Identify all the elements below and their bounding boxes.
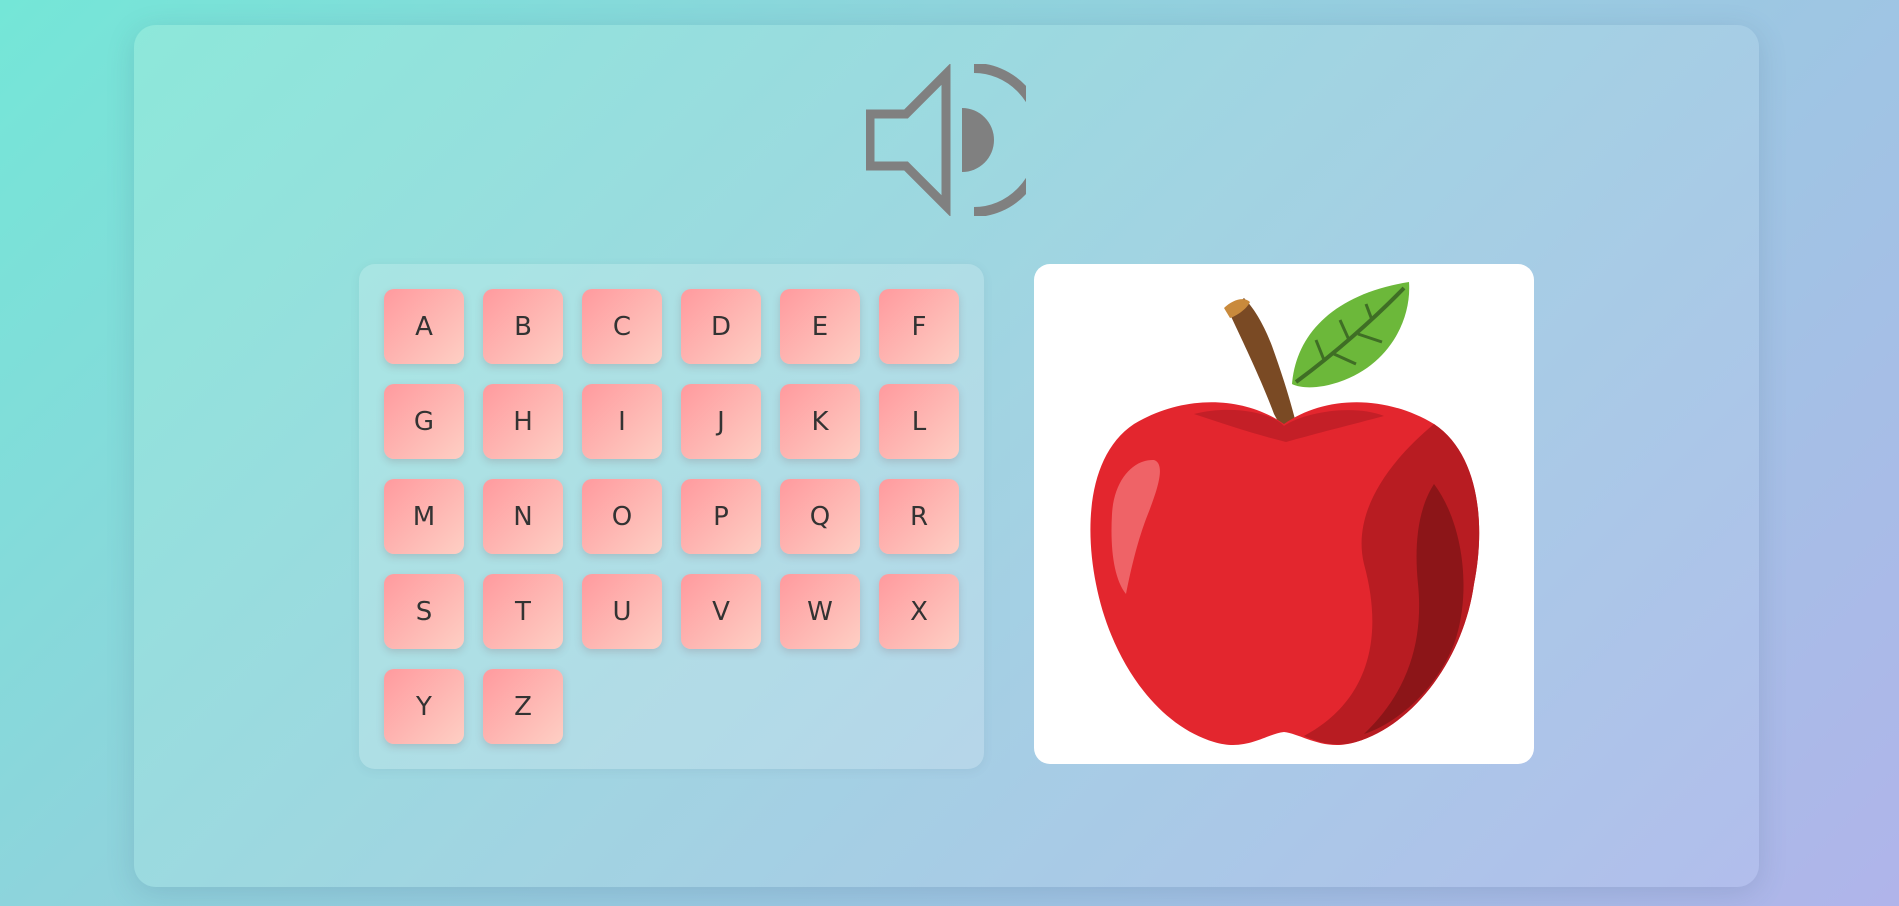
apple-icon	[1090, 282, 1480, 746]
letter-button-h[interactable]: H	[483, 384, 563, 459]
letter-button-j[interactable]: J	[681, 384, 761, 459]
letter-button-y[interactable]: Y	[384, 669, 464, 744]
letters-panel: ABCDEF GHIJKL MNOPQR STUVWX YZ	[359, 264, 984, 769]
letter-button-d[interactable]: D	[681, 289, 761, 364]
letter-button-i[interactable]: I	[582, 384, 662, 459]
picture-panel	[1034, 264, 1534, 764]
letter-button-v[interactable]: V	[681, 574, 761, 649]
letter-button-l[interactable]: L	[879, 384, 959, 459]
letter-button-n[interactable]: N	[483, 479, 563, 554]
letters-grid: ABCDEF GHIJKL MNOPQR STUVWX YZ	[384, 289, 959, 744]
speaker-icon	[865, 63, 1047, 217]
letter-button-w[interactable]: W	[780, 574, 860, 649]
letter-button-x[interactable]: X	[879, 574, 959, 649]
letter-button-r[interactable]: R	[879, 479, 959, 554]
letter-button-u[interactable]: U	[582, 574, 662, 649]
letter-button-c[interactable]: C	[582, 289, 662, 364]
letter-button-a[interactable]: A	[384, 289, 464, 364]
letter-button-m[interactable]: M	[384, 479, 464, 554]
letter-button-s[interactable]: S	[384, 574, 464, 649]
letter-button-b[interactable]: B	[483, 289, 563, 364]
speaker-button[interactable]	[865, 63, 1047, 217]
letter-button-p[interactable]: P	[681, 479, 761, 554]
letter-button-o[interactable]: O	[582, 479, 662, 554]
letter-button-z[interactable]: Z	[483, 669, 563, 744]
letter-button-k[interactable]: K	[780, 384, 860, 459]
letter-button-f[interactable]: F	[879, 289, 959, 364]
letter-button-g[interactable]: G	[384, 384, 464, 459]
letter-button-q[interactable]: Q	[780, 479, 860, 554]
letter-button-e[interactable]: E	[780, 289, 860, 364]
letter-button-t[interactable]: T	[483, 574, 563, 649]
